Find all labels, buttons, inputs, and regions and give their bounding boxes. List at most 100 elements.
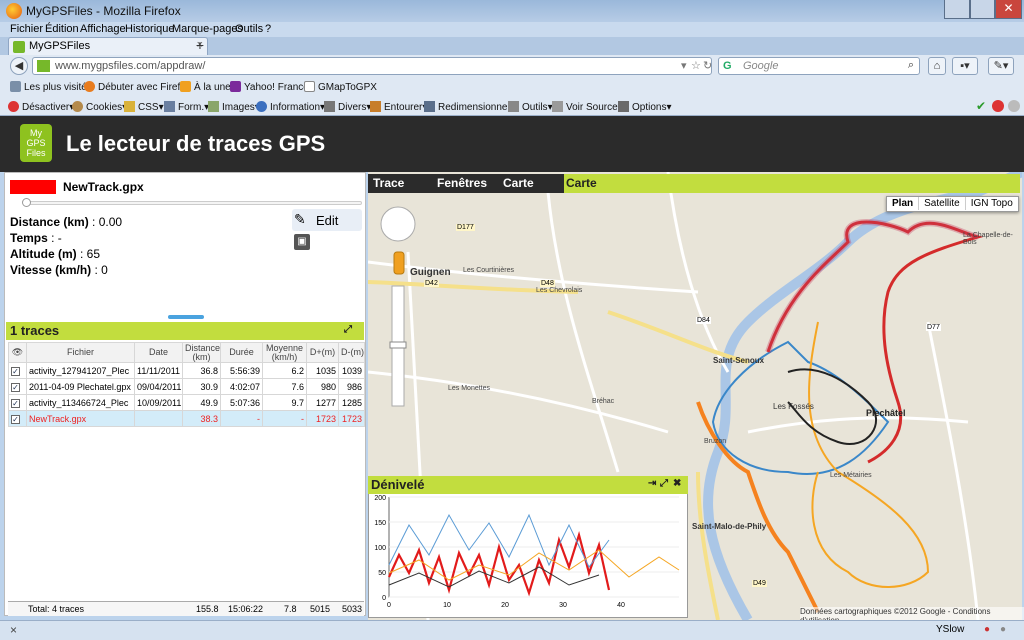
close-window-button[interactable]: ✕ [995, 0, 1022, 19]
menu-help[interactable]: ? [265, 23, 271, 35]
edit-button[interactable]: ✎ Edit [292, 209, 362, 231]
y-tick-label: 50 [378, 570, 386, 577]
map-road-label: D84 [696, 317, 711, 324]
stat-speed: Vitesse (km/h) : 0 [10, 263, 108, 277]
bookmark-news[interactable]: À la une [180, 81, 231, 93]
visibility-checkbox[interactable]: ✓ [11, 399, 20, 408]
maximize-icon[interactable]: ⤢ [344, 324, 352, 335]
reload-icon[interactable]: ↻ [703, 59, 712, 72]
col-dminus[interactable]: D-(m) [338, 342, 365, 363]
tab-carte-active: Carte [564, 174, 1020, 193]
col-date[interactable]: Date [134, 342, 183, 363]
col-average[interactable]: Moyenne (km/h) [262, 342, 307, 363]
stat-distance: Distance (km) : 0.00 [10, 215, 123, 229]
star-icon[interactable]: ☆ [691, 59, 701, 72]
dev-misc[interactable]: Divers▾ [324, 101, 371, 113]
bookmarks-toolbar: Les plus visités Débuter avec Firefox À … [0, 77, 1024, 97]
form-icon [164, 101, 175, 112]
search-input[interactable]: Google [743, 60, 778, 72]
maximize-icon[interactable]: ⤢ [660, 478, 668, 489]
dev-information[interactable]: Information▾ [256, 101, 325, 113]
maximize-button[interactable] [970, 0, 995, 19]
map-road-label: D48 [540, 280, 555, 287]
menu-marque-pages[interactable]: Marque-pages [172, 23, 243, 35]
source-icon [552, 101, 563, 112]
panel-splitter[interactable] [168, 315, 204, 319]
save-icon[interactable]: ▣ [294, 234, 310, 250]
map-tabs: Trace Fenêtres Carte Carte [368, 174, 1020, 193]
stop-icon[interactable] [992, 100, 1004, 112]
col-duration[interactable]: Durée [220, 342, 263, 363]
table-row[interactable]: ✓ 2011-04-09 Plechatel.gpx 09/04/2011 30… [8, 378, 365, 395]
bookmark-getting-started[interactable]: Débuter avec Firefox [84, 81, 191, 93]
google-icon[interactable]: G [723, 60, 732, 72]
home-button[interactable]: ⌂ [928, 57, 946, 75]
y-tick-label: 200 [374, 495, 386, 502]
map-type-plan[interactable]: Plan [887, 197, 920, 210]
track-color-swatch[interactable] [10, 180, 56, 194]
dev-resize[interactable]: Redimensionner▾ [424, 101, 516, 113]
menu-historique[interactable]: Historique [125, 23, 175, 35]
visibility-checkbox[interactable]: ✓ [11, 367, 20, 376]
dev-view-source[interactable]: Voir Source▾ [552, 101, 623, 113]
bookmark-yahoo[interactable]: Yahoo! France [230, 81, 309, 93]
tab-trace[interactable]: Trace [373, 176, 404, 190]
new-tab-button[interactable]: + [190, 37, 210, 55]
mygpsfiles-logo: My GPS Files [20, 124, 52, 162]
minimize-button[interactable] [944, 0, 970, 19]
stop-icon[interactable]: ● [984, 624, 990, 635]
dev-options[interactable]: Options▾ [618, 101, 672, 113]
visibility-checkbox[interactable]: ✓ [11, 383, 20, 392]
dropdown-arrow-icon[interactable]: ▾ [681, 59, 687, 72]
tab-mygpsfiles[interactable]: MyGPSFiles × [8, 37, 208, 55]
disable-icon [8, 101, 19, 112]
traces-title: 1 traces [10, 323, 60, 338]
dev-outline[interactable]: Entourer▾ [370, 101, 427, 113]
menu-fichier[interactable]: Fichier [10, 23, 43, 35]
map-road-label: D77 [926, 324, 941, 331]
menu-affichage[interactable]: Affichage [80, 23, 126, 35]
back-button[interactable]: ◀ [10, 57, 28, 75]
table-row[interactable]: ✓ activity_127941207_Plec 11/11/2011 36.… [8, 362, 365, 379]
dev-tools[interactable]: Outils▾ [508, 101, 553, 113]
dev-cookies[interactable]: Cookies▾ [72, 101, 127, 113]
dev-disable[interactable]: Désactiver▾ [8, 101, 74, 113]
pencil-icon [124, 101, 135, 112]
map-type-satellite[interactable]: Satellite [919, 197, 966, 210]
col-distance[interactable]: Distance (km) [182, 342, 221, 363]
col-dplus[interactable]: D+(m) [306, 342, 339, 363]
slider-handle[interactable] [22, 198, 31, 207]
map-place-label: Saint-Senoux [713, 356, 765, 365]
dock-icon[interactable]: ⇥ [648, 478, 656, 489]
bookmark-most-visited[interactable]: Les plus visités [10, 81, 92, 93]
table-row-selected[interactable]: ✓ NewTrack.gpx 38.3 - - 1723 1723 [8, 410, 365, 427]
tools-button[interactable]: ✎▾ [988, 57, 1014, 75]
yslow-button[interactable]: YSlow [936, 624, 964, 635]
map-type-control: Plan Satellite IGN Topo [886, 196, 1019, 212]
bookmark-gmaptogpx[interactable]: GMapToGPX [304, 81, 377, 93]
eye-icon[interactable]: 👁 [8, 342, 27, 363]
dev-forms[interactable]: Form.▾ [164, 101, 209, 113]
search-box[interactable]: G Google ⌕ [718, 57, 920, 75]
table-row[interactable]: ✓ activity_113466724_Plec 10/09/2011 49.… [8, 394, 365, 411]
elevation-panel: 0 50 100 150 200 0 10 20 30 40 [368, 476, 688, 618]
dev-css[interactable]: CSS▾ [124, 101, 164, 113]
check-icon[interactable]: ✔ [976, 99, 986, 113]
col-file[interactable]: Fichier [26, 342, 135, 363]
visibility-checkbox[interactable]: ✓ [11, 415, 20, 424]
url-bar[interactable]: www.mygpsfiles.com/appdraw/ ▾ ☆ ↻ [32, 57, 712, 75]
menu-edition[interactable]: Édition [45, 23, 79, 35]
addon-button[interactable]: ▪▾ [952, 57, 978, 75]
wrench-icon [508, 101, 519, 112]
tab-fenetres[interactable]: Fenêtres [437, 176, 487, 190]
menu-outils[interactable]: Outils [235, 23, 263, 35]
map-type-ign[interactable]: IGN Topo [966, 197, 1018, 210]
close-statusbar-icon[interactable]: × [10, 623, 17, 637]
status-icon [1008, 100, 1020, 112]
close-icon[interactable]: ✖ [673, 478, 681, 489]
track-position-slider[interactable] [24, 201, 362, 205]
tab-carte[interactable]: Carte [503, 176, 534, 190]
dev-images[interactable]: Images▾ [208, 101, 260, 113]
y-tick-label: 0 [382, 595, 386, 602]
search-icon[interactable]: ⌕ [908, 59, 914, 72]
